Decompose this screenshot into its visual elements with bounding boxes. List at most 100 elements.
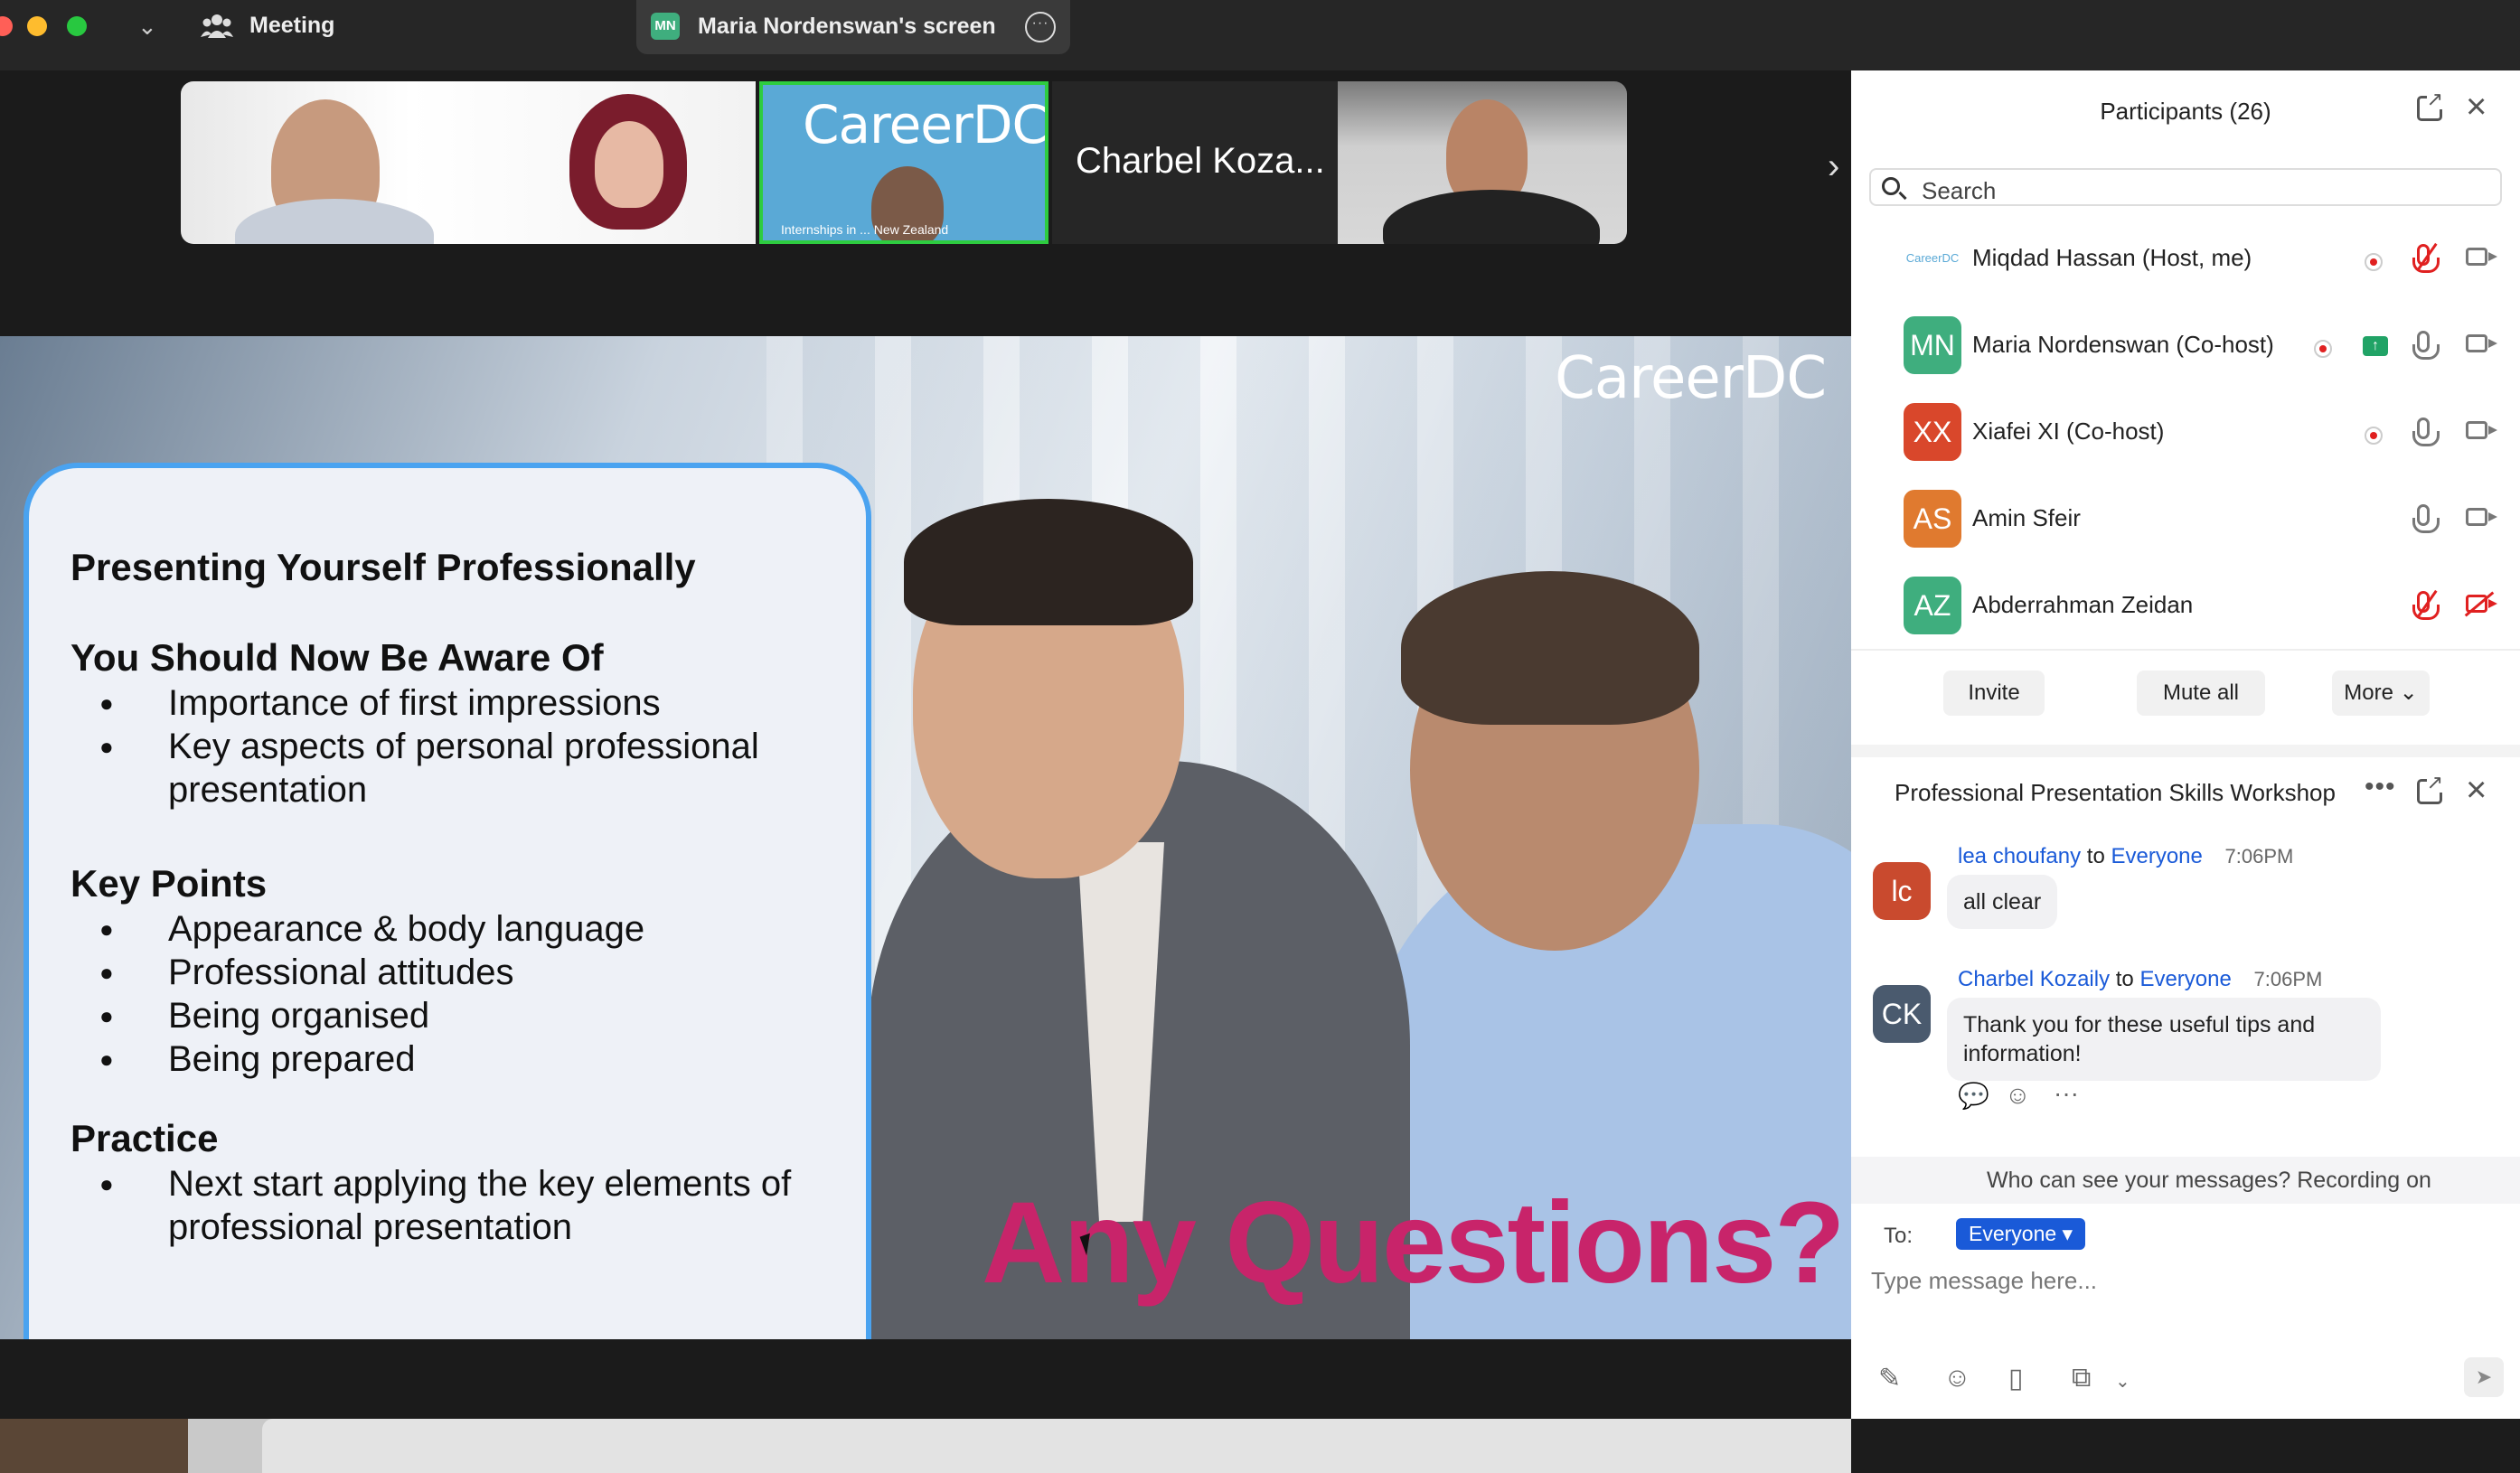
video-tile-active-speaker[interactable]: CareerDC Internships in ... New Zealand	[759, 81, 1048, 244]
mic-icon[interactable]	[2412, 504, 2440, 533]
desktop-background-strip	[0, 1419, 1851, 1473]
screen-share-indicator[interactable]: MN Maria Nordenswan's screen ···	[636, 0, 1070, 54]
avatar: AZ	[1904, 577, 1961, 634]
chat-toolbar: ✎ ☺ ▯ ⧉ ⌄ ➤	[1851, 1357, 2520, 1408]
recipient-dropdown[interactable]: Everyone ▾	[1956, 1218, 2086, 1250]
mic-icon[interactable]	[2412, 331, 2440, 360]
avatar: CareerDC	[1904, 230, 1961, 287]
sharer-label: Maria Nordenswan's screen	[698, 14, 996, 39]
slide-bullet-list: Importance of first impressions Key aspe…	[72, 681, 850, 812]
reply-icon[interactable]: 💬	[1958, 1081, 1989, 1111]
participant-row[interactable]: AS Amin Sfeir	[1851, 477, 2520, 564]
slide-bullet-list: Next start applying the key elements of …	[72, 1162, 832, 1249]
participant-row[interactable]: AZ Abderrahman Zeidan	[1851, 564, 2520, 651]
recording-icon	[2314, 340, 2332, 358]
chevron-right-icon[interactable]: ›	[1828, 146, 1839, 187]
slide-title: Presenting Yourself Professionally	[71, 546, 696, 588]
mute-all-button[interactable]: Mute all	[2137, 671, 2265, 716]
chevron-down-icon[interactable]: ⌄	[2115, 1370, 2130, 1393]
message-time: 7:06PM	[2253, 968, 2323, 990]
chevron-down-icon[interactable]: ⌄	[137, 13, 157, 41]
participant-name: Xiafei XI (Co-host)	[1972, 418, 2165, 445]
message-bubble: Thank you for these useful tips and info…	[1947, 998, 2381, 1081]
avatar: AS	[1904, 490, 1961, 548]
slide-text-card: Presenting Yourself Professionally You S…	[24, 463, 871, 1339]
slide-bullet: Appearance & body language	[72, 907, 850, 951]
participant-row[interactable]: CareerDC Miqdad Hassan (Host, me)	[1851, 217, 2520, 304]
message-visibility-bar[interactable]: Who can see your messages? Recording on	[1851, 1157, 2520, 1204]
shared-slide: CareerDC Presenting Yourself Professiona…	[0, 336, 1851, 1339]
more-icon[interactable]: ···	[2054, 1079, 2079, 1108]
participant-search-input[interactable]: Search	[1869, 168, 2502, 206]
camera-off-icon[interactable]	[2466, 595, 2497, 613]
invite-button[interactable]: Invite	[1943, 671, 2045, 716]
screenshot-icon[interactable]: ⧉	[2072, 1363, 2091, 1393]
slide-photo-man-hair	[904, 499, 1193, 625]
slide-bullet-list: Appearance & body language Professional …	[72, 907, 850, 1081]
send-button[interactable]: ➤	[2464, 1357, 2504, 1397]
slide-section-heading: Key Points	[71, 862, 268, 905]
slide-overlay-text: Any Questions?	[982, 1178, 1845, 1308]
video-tile-name-only[interactable]: Charbel Koza...	[1052, 81, 1338, 244]
video-tile-1[interactable]	[181, 81, 756, 244]
message-input[interactable]: Type message here...	[1871, 1267, 2495, 1295]
mic-muted-icon[interactable]	[2412, 591, 2440, 620]
recipient[interactable]: Everyone	[2139, 967, 2231, 991]
slide-bullet: Next start applying the key elements of …	[72, 1162, 832, 1249]
meeting-stage: CareerDC Internships in ... New Zealand …	[0, 70, 1851, 1419]
participant-row[interactable]: MN Maria Nordenswan (Co-host) ↑	[1851, 304, 2520, 390]
emoji-icon[interactable]: ☺	[1943, 1363, 1971, 1393]
slide-section-heading: You Should Now Be Aware Of	[71, 636, 604, 679]
camera-icon[interactable]	[2466, 508, 2497, 526]
avatar: MN	[1904, 316, 1961, 374]
close-icon[interactable]: ×	[2466, 89, 2487, 125]
avatar: lc	[1873, 862, 1931, 920]
title-bar: ⌄ Meeting MN Maria Nordenswan's screen ·…	[0, 0, 2520, 70]
participant-name: Amin Sfeir	[1972, 504, 2081, 531]
add-reaction-icon[interactable]: ☺	[2005, 1081, 2031, 1110]
video-tile-4[interactable]	[1338, 81, 1627, 244]
close-window-button[interactable]	[0, 16, 13, 36]
minimize-window-button[interactable]	[27, 16, 47, 36]
slide-bullet: Key aspects of personal professional pre…	[72, 725, 795, 812]
chat-title: Professional Presentation Skills Worksho…	[1895, 779, 2336, 806]
to-word: to	[2086, 844, 2105, 868]
recipient[interactable]: Everyone	[2111, 844, 2202, 868]
pop-out-icon[interactable]	[2417, 89, 2443, 121]
tile-caption: Internships in ... New Zealand	[781, 222, 949, 237]
desktop-wallpaper	[0, 1419, 188, 1473]
file-icon[interactable]: ▯	[2008, 1363, 2024, 1394]
mic-icon[interactable]	[2412, 418, 2440, 446]
sender-name[interactable]: lea choufany	[1958, 844, 2081, 868]
recording-icon	[2365, 253, 2383, 271]
sharer-avatar: MN	[651, 13, 680, 40]
sender-name[interactable]: Charbel Kozaily	[1958, 967, 2110, 991]
slide-bullet: Professional attitudes	[72, 951, 850, 994]
participant-row[interactable]: XX Xiafei XI (Co-host)	[1851, 390, 2520, 477]
more-icon[interactable]: •••	[2365, 772, 2396, 802]
recording-icon	[2365, 427, 2383, 445]
mic-muted-icon[interactable]	[2412, 244, 2440, 273]
camera-icon[interactable]	[2466, 248, 2497, 266]
recipient-selector: To: Everyone ▾	[1884, 1218, 2086, 1250]
pop-out-icon[interactable]	[2417, 773, 2443, 804]
format-icon[interactable]: ✎	[1878, 1363, 1901, 1394]
participant-name: Charbel Koza...	[1076, 141, 1325, 181]
avatar: CK	[1873, 985, 1931, 1043]
search-icon	[1882, 177, 1900, 195]
participants-actions: Invite Mute all More ⌄	[1851, 649, 2520, 716]
message-time: 7:06PM	[2224, 845, 2294, 868]
background-window	[262, 1419, 1851, 1473]
more-button[interactable]: More ⌄	[2332, 671, 2430, 716]
camera-icon[interactable]	[2466, 334, 2497, 352]
participant-body	[1383, 190, 1600, 244]
close-icon[interactable]: ×	[2466, 772, 2487, 808]
camera-icon[interactable]	[2466, 421, 2497, 439]
slide-brand-logo: CareerDC	[1555, 345, 1827, 412]
participant-name: Maria Nordenswan (Co-host)	[1972, 331, 2274, 358]
more-options-icon[interactable]: ···	[1025, 12, 1056, 42]
zoom-window-button[interactable]	[67, 16, 87, 36]
participants-header: Participants (26) ×	[1851, 70, 2520, 152]
meeting-label[interactable]: Meeting	[249, 13, 334, 39]
avatar: XX	[1904, 403, 1961, 461]
